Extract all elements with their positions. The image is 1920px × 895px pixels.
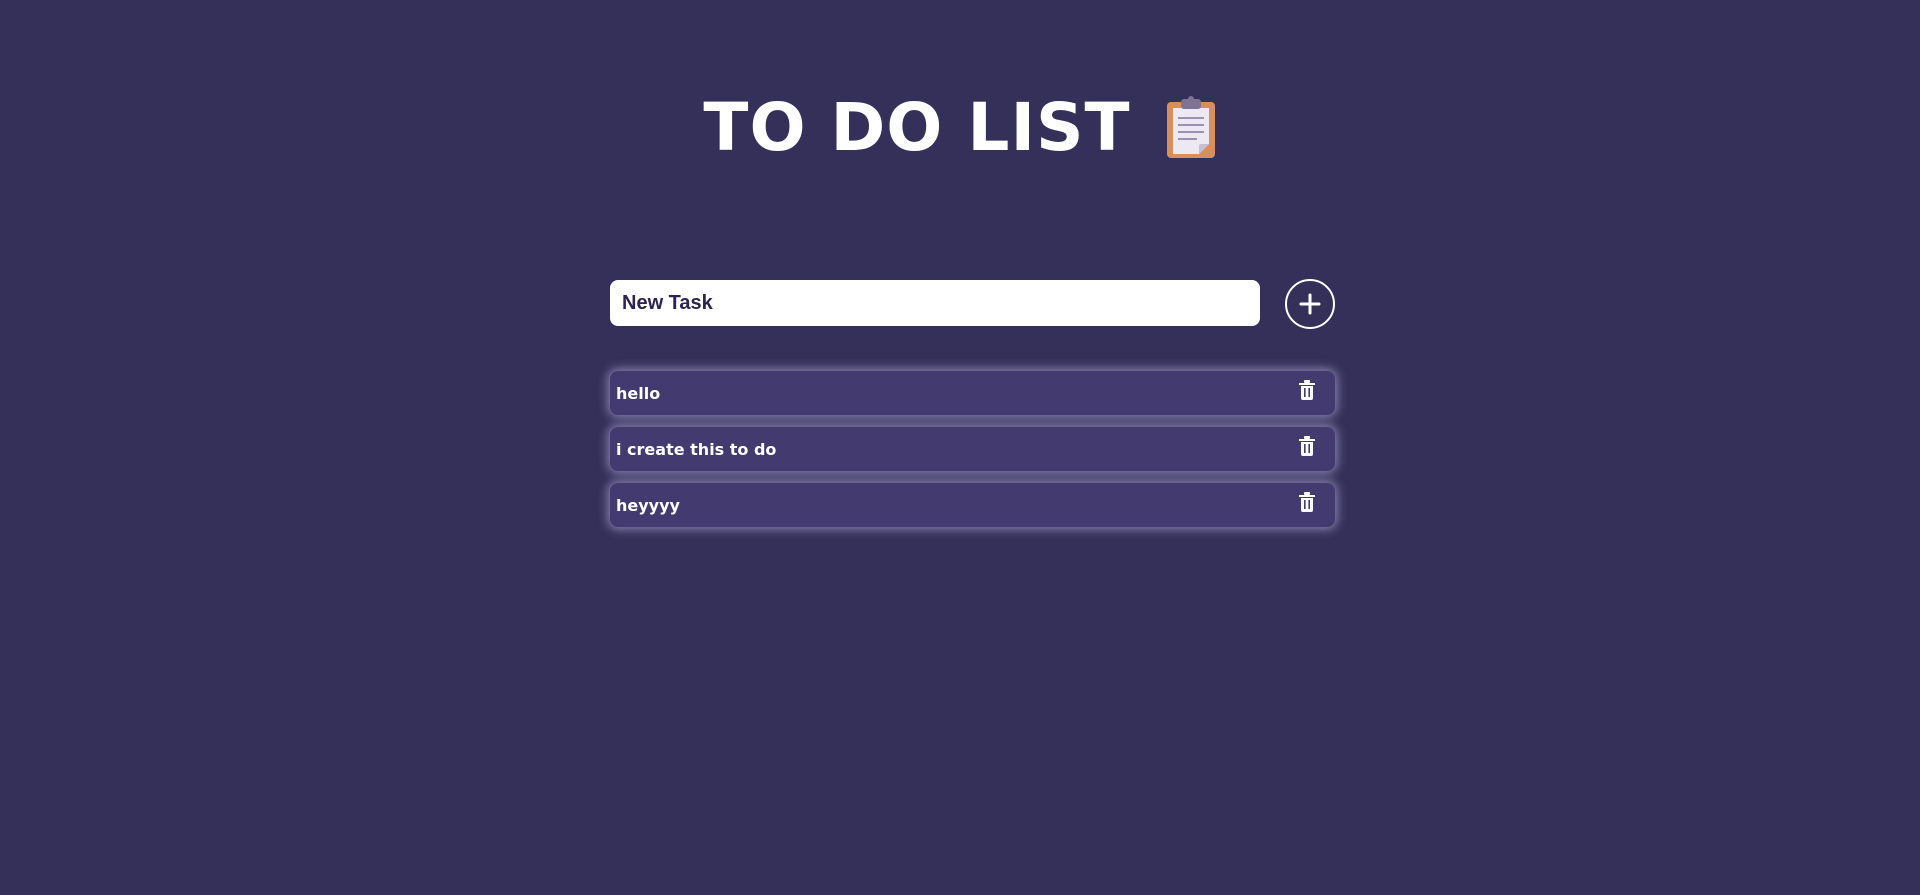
delete-task-button[interactable]	[1297, 434, 1317, 458]
new-task-row	[610, 279, 1335, 330]
clipboard-icon	[1166, 96, 1215, 158]
task-text: hello	[616, 383, 661, 403]
add-task-button[interactable]	[1285, 279, 1335, 329]
task-list: hello i create this to do heyyyy	[610, 371, 1335, 539]
task-item: hello	[610, 371, 1335, 415]
trash-icon	[1299, 492, 1315, 512]
header: TO DO LIST	[0, 88, 1920, 168]
delete-task-button[interactable]	[1297, 490, 1317, 514]
task-item: i create this to do	[610, 427, 1335, 471]
task-item: heyyyy	[610, 483, 1335, 527]
new-task-input[interactable]	[610, 280, 1260, 326]
plus-icon	[1299, 293, 1321, 315]
delete-task-button[interactable]	[1297, 378, 1317, 402]
page-title: TO DO LIST	[703, 89, 1131, 166]
todo-app: TO DO LIST hello	[0, 0, 1920, 895]
trash-icon	[1299, 436, 1315, 456]
task-text: heyyyy	[616, 495, 680, 515]
trash-icon	[1299, 380, 1315, 400]
task-text: i create this to do	[616, 439, 777, 459]
